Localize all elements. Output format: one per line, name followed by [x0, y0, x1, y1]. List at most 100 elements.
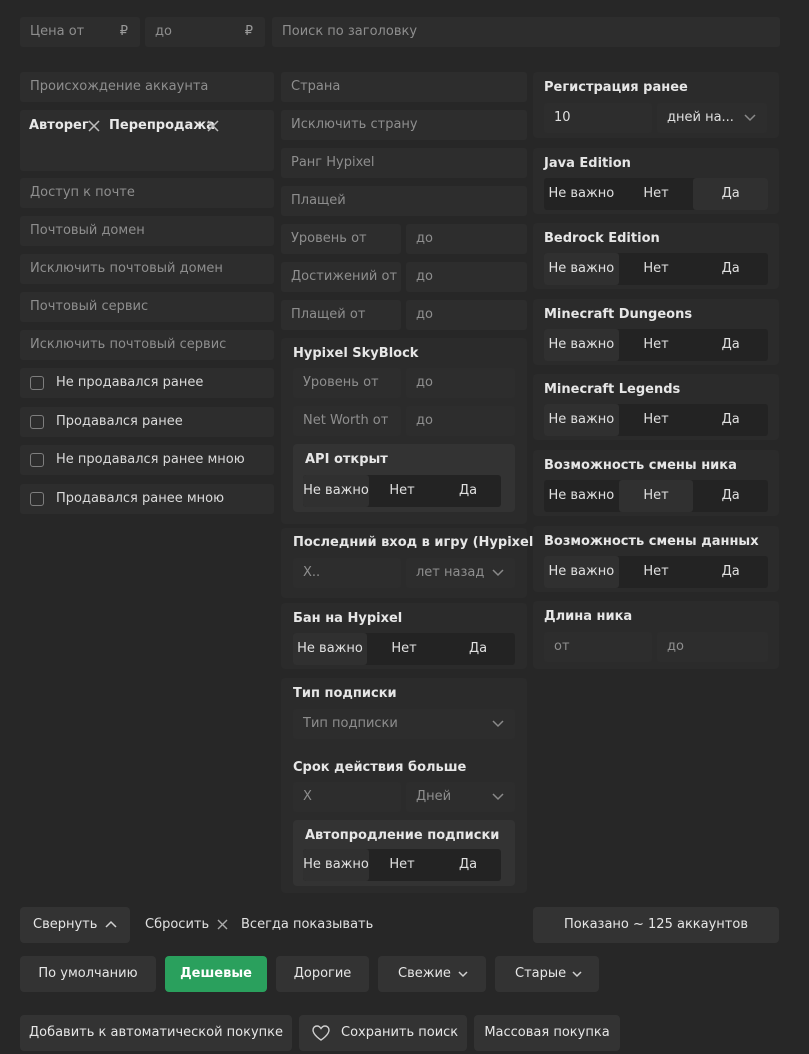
option-yes[interactable]: Да — [693, 178, 769, 210]
registration-unit-select[interactable]: дней на... — [657, 103, 767, 133]
sort-default-button[interactable]: По умолчанию — [20, 956, 156, 992]
checkbox-not-sold-before[interactable]: Не продавался ранее — [20, 368, 274, 398]
subscription-duration-input[interactable]: X — [293, 782, 401, 812]
sort-cheap-button[interactable]: Дешевые — [165, 956, 267, 992]
capes-to-input[interactable]: до — [406, 300, 527, 330]
option-any[interactable]: Не важно — [544, 178, 619, 210]
checkbox-sold-before[interactable]: Продавался ранее — [20, 407, 274, 437]
option-any[interactable]: Не важно — [544, 329, 619, 361]
sort-fresh-button[interactable]: Свежие — [378, 956, 486, 992]
last-login-title: Последний вход в игру (Hypixel) — [293, 535, 540, 550]
option-no[interactable]: Нет — [619, 253, 694, 285]
option-no[interactable]: Нет — [369, 849, 435, 881]
capes-select[interactable]: Плащей — [281, 186, 527, 216]
close-icon[interactable] — [217, 919, 228, 930]
origin-select[interactable]: Происхождение аккаунта — [20, 72, 274, 102]
price-to-input[interactable]: до ₽ — [145, 17, 265, 47]
checkbox-label: Не продавался ранее мною — [56, 452, 245, 467]
collapse-button[interactable]: Свернуть — [20, 907, 130, 943]
option-any[interactable]: Не важно — [303, 475, 369, 507]
option-any[interactable]: Не важно — [544, 480, 619, 512]
dungeons-segmented[interactable]: Не важно Нет Да — [544, 329, 768, 361]
achievements-to-input[interactable]: до — [406, 262, 527, 292]
option-any[interactable]: Не важно — [544, 404, 619, 436]
reset-link[interactable]: Сбросить — [145, 907, 209, 943]
option-no[interactable]: Нет — [618, 480, 694, 512]
checkbox-not-sold-by-me[interactable]: Не продавался ранее мною — [20, 445, 274, 475]
mail-service-select[interactable]: Почтовый сервис — [20, 292, 274, 322]
option-no[interactable]: Нет — [619, 556, 694, 588]
nick-length-card: Длина ника от до — [533, 601, 779, 669]
level-from-input[interactable]: Уровень от — [281, 224, 401, 254]
option-no[interactable]: Нет — [369, 475, 435, 507]
shown-count-button[interactable]: Показано ~ 125 аккаунтов — [533, 907, 779, 943]
checkbox-box[interactable] — [30, 376, 44, 390]
option-any[interactable]: Не важно — [544, 253, 619, 285]
close-icon[interactable] — [88, 120, 100, 132]
exclude-country-select[interactable]: Исключить страну — [281, 110, 527, 140]
checkbox-sold-by-me[interactable]: Продавался ранее мною — [20, 484, 274, 514]
bulk-buy-button[interactable]: Массовая покупка — [474, 1015, 620, 1051]
last-login-value-input[interactable]: X.. — [293, 558, 401, 588]
api-open-segmented[interactable]: Не важно Нет Да — [303, 475, 501, 507]
option-no[interactable]: Нет — [367, 633, 441, 665]
exclude-mail-domain-input[interactable]: Исключить почтовый домен — [20, 254, 274, 284]
sort-expensive-button[interactable]: Дорогие — [276, 956, 369, 992]
nick-change-segmented[interactable]: Не важно Нет Да — [544, 480, 768, 512]
skyblock-level-from-input[interactable]: Уровень от — [293, 368, 401, 398]
registration-value-input[interactable]: 10 — [544, 103, 652, 133]
option-yes[interactable]: Да — [435, 475, 501, 507]
checkbox-box[interactable] — [30, 415, 44, 429]
legends-segmented[interactable]: Не важно Нет Да — [544, 404, 768, 436]
checkbox-box[interactable] — [30, 453, 44, 467]
data-change-segmented[interactable]: Не важно Нет Да — [544, 556, 768, 588]
option-yes[interactable]: Да — [441, 633, 515, 665]
option-any[interactable]: Не важно — [544, 556, 619, 588]
capes-from-input[interactable]: Плащей от — [281, 300, 401, 330]
mail-domain-input[interactable]: Почтовый домен — [20, 216, 274, 246]
subscription-duration-unit-select[interactable]: Дней — [406, 782, 515, 812]
last-login-unit-select[interactable]: лет назад — [406, 558, 515, 588]
checkbox-box[interactable] — [30, 492, 44, 506]
save-search-button[interactable]: Сохранить поиск — [299, 1015, 467, 1051]
hypixel-rank-select[interactable]: Ранг Hypixel — [281, 148, 527, 178]
option-no[interactable]: Нет — [619, 329, 694, 361]
skyblock-networth-from-input[interactable]: Net Worth от — [293, 406, 401, 436]
option-yes[interactable]: Да — [693, 556, 768, 588]
ban-segmented[interactable]: Не важно Нет Да — [293, 633, 515, 665]
nick-length-to-input[interactable]: до — [657, 632, 768, 662]
nick-length-from-input[interactable]: от — [544, 632, 652, 662]
option-no[interactable]: Нет — [619, 178, 694, 210]
country-select[interactable]: Страна — [281, 72, 527, 102]
skyblock-level-to-input[interactable]: до — [406, 368, 515, 398]
autorenew-segmented[interactable]: Не важно Нет Да — [303, 849, 501, 881]
origin-tags-box[interactable]: Авторег Перепродажа — [20, 110, 274, 171]
option-yes[interactable]: Да — [693, 480, 768, 512]
title-search-placeholder: Поиск по заголовку — [282, 24, 418, 39]
option-yes[interactable]: Да — [693, 404, 768, 436]
title-search-input[interactable]: Поиск по заголовку — [272, 17, 780, 47]
ban-title: Бан на Hypixel — [293, 611, 403, 626]
level-from-placeholder: Уровень от — [291, 231, 367, 246]
bulk-buy-label: Массовая покупка — [484, 1025, 610, 1040]
skyblock-networth-to-input[interactable]: до — [406, 406, 515, 436]
bedrock-segmented[interactable]: Не важно Нет Да — [544, 253, 768, 285]
option-any[interactable]: Не важно — [303, 849, 369, 881]
option-yes[interactable]: Да — [693, 329, 768, 361]
option-yes[interactable]: Да — [435, 849, 501, 881]
always-show-link[interactable]: Всегда показывать — [241, 907, 373, 943]
option-yes[interactable]: Да — [693, 253, 768, 285]
option-any[interactable]: Не важно — [293, 633, 367, 665]
close-icon[interactable] — [207, 120, 219, 132]
mail-access-select[interactable]: Доступ к почте — [20, 178, 274, 208]
price-from-input[interactable]: Цена от ₽ — [20, 17, 140, 47]
last-login-value-placeholder: X.. — [303, 565, 321, 580]
sort-old-button[interactable]: Старые — [495, 956, 599, 992]
exclude-mail-service-select[interactable]: Исключить почтовый сервис — [20, 330, 274, 360]
java-segmented[interactable]: Не важно Нет Да — [544, 178, 769, 210]
option-no[interactable]: Нет — [619, 404, 694, 436]
level-to-input[interactable]: до — [406, 224, 527, 254]
achievements-from-input[interactable]: Достижений от — [281, 262, 401, 292]
subscription-type-select[interactable]: Тип подписки — [293, 709, 515, 739]
add-auto-buy-button[interactable]: Добавить к автоматической покупке — [20, 1015, 292, 1051]
